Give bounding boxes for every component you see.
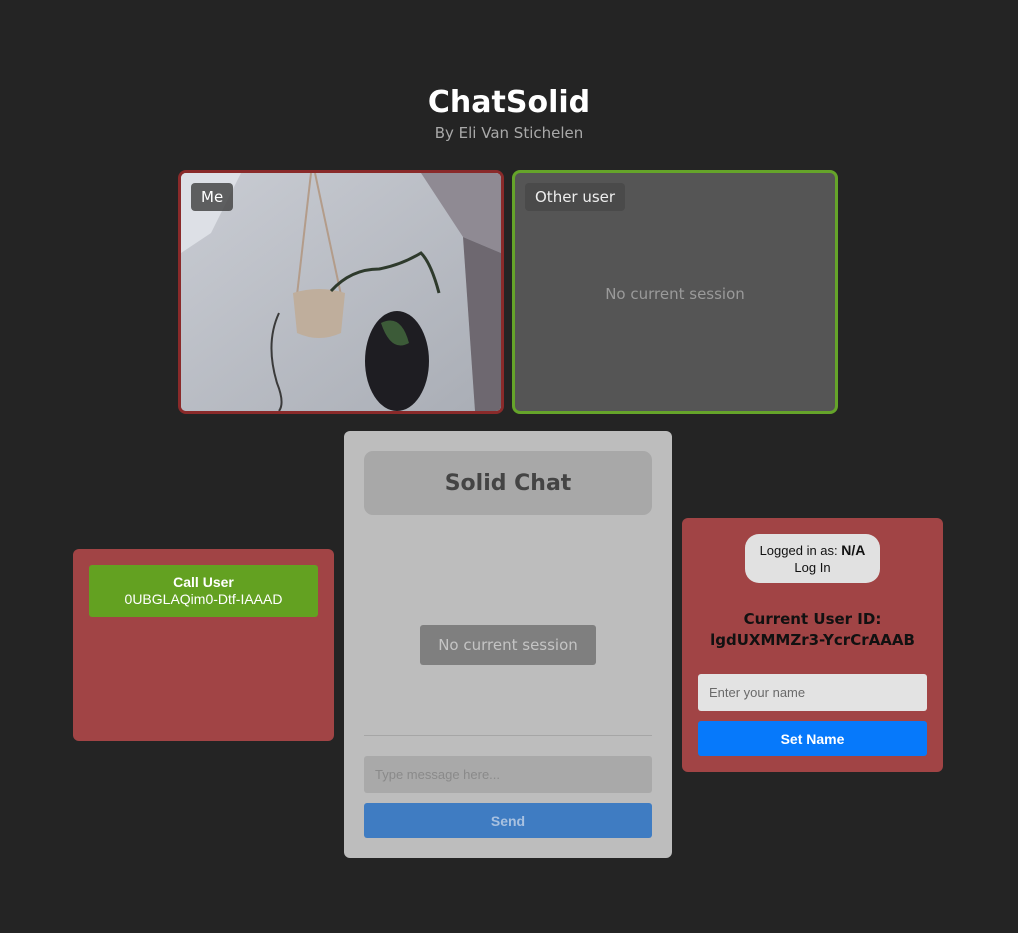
logged-in-value: N/A [841,542,866,558]
set-name-button[interactable]: Set Name [698,721,927,756]
logged-in-prefix: Logged in as: [759,543,838,558]
call-panel: Call User 0UBGLAQim0-Dtf-IAAAD [73,549,334,741]
call-user-button[interactable]: Call User 0UBGLAQim0-Dtf-IAAAD [89,565,318,617]
chat-title: Solid Chat [364,451,652,515]
local-video-label: Me [191,183,234,211]
login-box: Logged in as: N/A Log In [745,534,880,583]
name-input[interactable] [698,674,927,711]
app-subtitle: By Eli Van Stichelen [434,124,584,142]
local-video: Me [178,170,504,414]
message-input[interactable] [364,756,652,793]
chat-panel: Solid Chat No current session Send [344,431,672,858]
user-panel: Logged in as: N/A Log In Current User ID… [682,518,943,772]
user-id-title: Current User ID: [743,610,882,628]
chat-session-status: No current session [420,625,596,665]
remote-video-label: Other user [525,183,626,211]
user-id-value: lgdUXMMZr3-YcrCrAAAB [710,631,915,649]
call-user-label: Call User [173,574,234,590]
remote-video: Other user No current session [512,170,838,414]
call-target-id: 0UBGLAQim0-Dtf-IAAAD [124,591,283,607]
app-title: ChatSolid [427,85,591,120]
chat-divider [364,735,652,736]
remote-video-status: No current session [605,285,745,303]
login-button[interactable]: Log In [745,559,880,576]
send-button[interactable]: Send [364,803,652,838]
